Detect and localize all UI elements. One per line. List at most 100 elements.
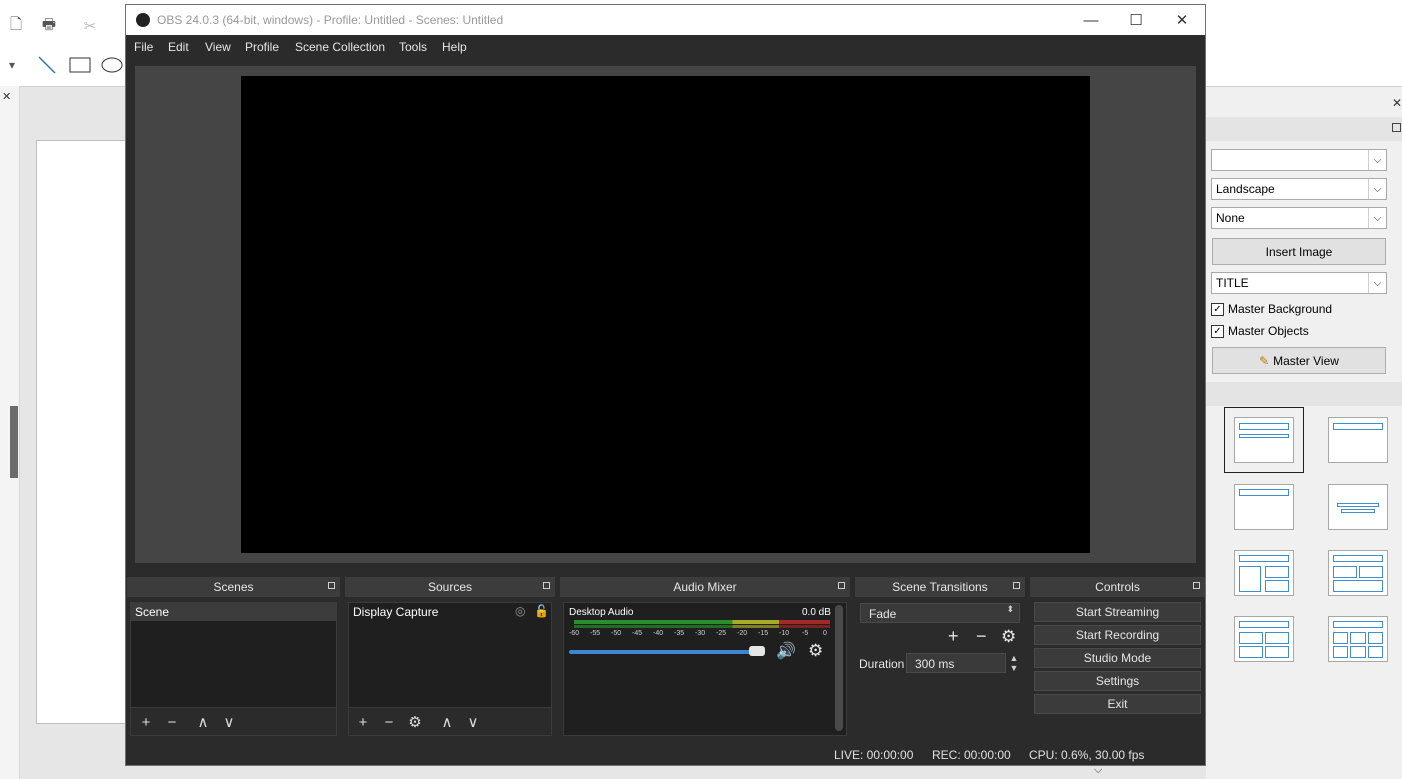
source-properties-button[interactable]: ⚙	[405, 712, 425, 732]
layout-title-slide[interactable]	[1224, 407, 1304, 473]
master-objects-checkbox[interactable]: ✓ Master Objects	[1211, 323, 1309, 339]
duration-input[interactable]: 300 ms	[906, 653, 1006, 673]
print-icon[interactable]: 🖶	[37, 14, 61, 38]
rec-timer: REC: 00:00:00	[932, 748, 1011, 762]
line-tool-icon[interactable]	[35, 53, 59, 77]
menu-profile[interactable]: Profile	[245, 40, 279, 54]
layout-title-only[interactable]	[1234, 484, 1294, 530]
insert-image-button[interactable]: Insert Image	[1212, 238, 1386, 265]
studio-mode-button[interactable]: Studio Mode	[1034, 648, 1201, 668]
controls-dock-title[interactable]: Controls	[1030, 577, 1205, 597]
layout-title-content-2[interactable]	[1328, 550, 1388, 596]
master-view-button[interactable]: ✎ Master View	[1212, 347, 1386, 374]
move-scene-down-button[interactable]: ∨	[219, 712, 239, 732]
orientation-select[interactable]: Landscape ⌵	[1211, 178, 1387, 200]
ellipse-tool-icon[interactable]	[100, 53, 124, 77]
scenes-panel: Scene + − ∧ ∨	[130, 602, 337, 736]
float-dock-icon[interactable]	[1013, 582, 1020, 589]
layout-title-2-content[interactable]	[1234, 550, 1294, 596]
remove-scene-button[interactable]: −	[162, 712, 182, 732]
float-dock-icon[interactable]	[543, 582, 550, 589]
background-select[interactable]: None ⌵	[1211, 207, 1387, 229]
visibility-icon[interactable]: ◎	[515, 604, 525, 618]
chevron-down-icon: ⌵	[1368, 150, 1386, 170]
move-source-down-button[interactable]: ∨	[463, 712, 483, 732]
close-button[interactable]: ✕	[1159, 5, 1205, 35]
meter-scale-label: -5	[802, 630, 809, 637]
start-recording-button[interactable]: Start Recording	[1034, 625, 1201, 645]
remove-source-button[interactable]: −	[379, 712, 399, 732]
mixer-scrollbar[interactable]	[835, 605, 843, 731]
meter-scale-label: -50	[611, 630, 622, 637]
obs-logo-icon	[136, 13, 150, 27]
pane-collapse-grip[interactable]	[10, 406, 18, 478]
move-scene-up-button[interactable]: ∧	[193, 712, 213, 732]
title-bar[interactable]: OBS 24.0.3 (64-bit, windows) - Profile: …	[126, 5, 1205, 35]
menu-scene-collection[interactable]: Scene Collection	[295, 40, 385, 54]
close-icon[interactable]: ✕	[2, 90, 11, 103]
menu-edit[interactable]: Edit	[168, 40, 189, 54]
gear-icon[interactable]: ⚙	[1001, 627, 1016, 647]
meter-scale-label: -40	[653, 630, 664, 637]
layout-placeholder	[1265, 580, 1289, 592]
layout-title-4-content[interactable]	[1234, 616, 1294, 662]
preview-canvas[interactable]	[241, 76, 1090, 553]
duration-label: Duration	[859, 657, 905, 671]
chevron-down-icon: ⌵	[1368, 179, 1386, 199]
duration-stepper[interactable]: ▲ ▼	[1006, 653, 1022, 673]
layout-title-content[interactable]	[1328, 417, 1388, 463]
sources-dock-title[interactable]: Sources	[345, 577, 555, 597]
float-dock-icon[interactable]	[1193, 582, 1200, 589]
menu-help[interactable]: Help	[442, 40, 467, 54]
slide-pane-strip: ✕	[0, 86, 20, 779]
maximize-button[interactable]: ☐	[1113, 5, 1159, 35]
exit-button[interactable]: Exit	[1034, 694, 1201, 714]
gear-icon[interactable]: ⚙	[808, 641, 823, 661]
cut-icon[interactable]: ✂	[78, 14, 102, 38]
speaker-icon[interactable]: 🔊	[776, 641, 796, 661]
start-streaming-button[interactable]: Start Streaming	[1034, 602, 1201, 622]
move-source-up-button[interactable]: ∧	[437, 712, 457, 732]
remove-transition-button[interactable]: −	[976, 626, 987, 647]
add-source-button[interactable]: +	[353, 712, 373, 732]
minimize-button[interactable]: —	[1068, 5, 1114, 35]
meter-scale-label: -55	[590, 630, 601, 637]
rectangle-tool-icon[interactable]	[68, 53, 92, 77]
layout-placeholder	[1239, 646, 1263, 658]
menu-tools[interactable]: Tools	[399, 40, 427, 54]
more-options-icon[interactable]	[1392, 123, 1401, 132]
float-dock-icon[interactable]	[328, 582, 335, 589]
format-select[interactable]: ⌵	[1211, 149, 1387, 171]
menu-file[interactable]: File	[134, 40, 153, 54]
scenes-toolbar: + − ∧ ∨	[131, 707, 336, 735]
audio-mixer-dock-title[interactable]: Audio Mixer	[560, 577, 850, 597]
list-item[interactable]: Scene	[131, 603, 336, 621]
transition-select[interactable]: Fade ⬍	[860, 603, 1020, 623]
settings-button[interactable]: Settings	[1034, 671, 1201, 691]
fill-color-icon[interactable]: ▾	[0, 53, 24, 77]
menu-view[interactable]: View	[205, 40, 231, 54]
float-dock-icon[interactable]	[838, 582, 845, 589]
close-icon[interactable]: ✕	[1392, 96, 1402, 110]
list-item[interactable]: Display Capture ◎ 🔓	[349, 603, 551, 621]
volume-slider[interactable]	[569, 650, 759, 654]
layout-placeholder	[1350, 646, 1366, 658]
add-scene-button[interactable]: +	[136, 712, 156, 732]
layout-placeholder	[1239, 632, 1263, 644]
volume-slider-handle[interactable]	[749, 646, 765, 656]
lock-icon[interactable]: 🔓	[534, 604, 549, 618]
layout-placeholder	[1265, 632, 1289, 644]
add-transition-button[interactable]: +	[948, 626, 959, 647]
live-timer: LIVE: 00:00:00	[834, 748, 914, 762]
scene-transitions-dock-title[interactable]: Scene Transitions	[855, 577, 1025, 597]
layout-title-6-content[interactable]	[1328, 616, 1388, 662]
menu-bar: File Edit View Profile Scene Collection …	[126, 35, 1205, 59]
master-slide-select[interactable]: TITLE ⌵	[1211, 272, 1387, 294]
new-document-icon[interactable]: 🗋	[4, 14, 28, 38]
meter-scale-label: 0	[823, 630, 827, 637]
scenes-dock-title[interactable]: Scenes	[127, 577, 340, 597]
layout-centered-text[interactable]	[1328, 484, 1388, 530]
master-background-checkbox[interactable]: ✓ Master Background	[1211, 301, 1332, 317]
exit-label: Exit	[1107, 697, 1128, 711]
sidebar-section-header	[1206, 117, 1402, 141]
